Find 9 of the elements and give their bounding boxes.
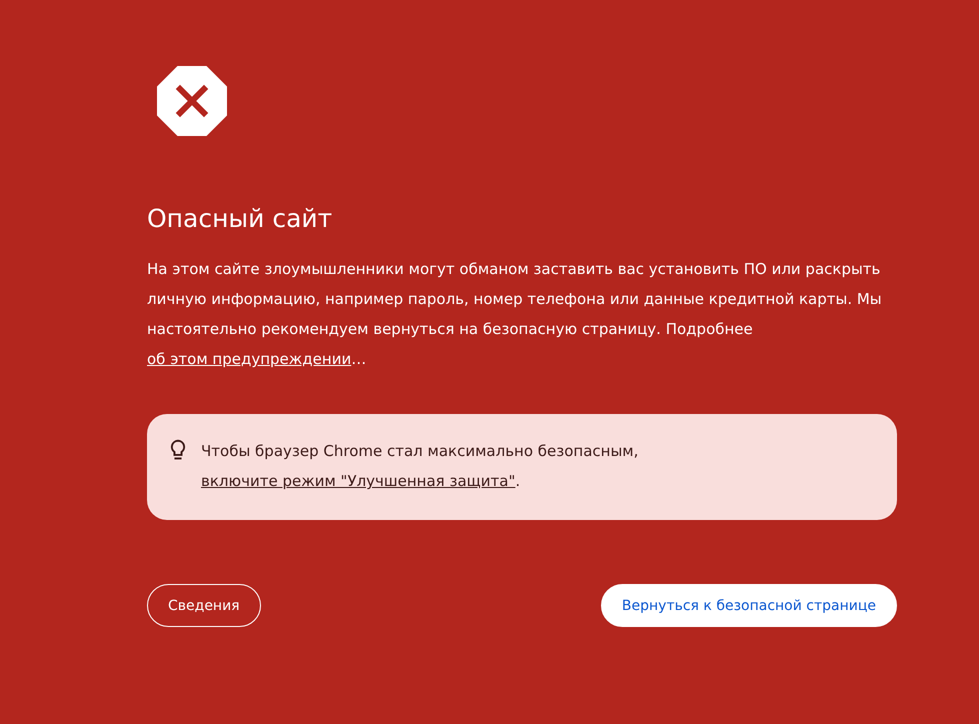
warning-message: На этом сайте злоумышленники могут обманом заставить вас установить ПО или раскрыть личную информацию, например пароль, номер телефона или данные кредитной карты. Мы настоятельно рекомендуем вернуться на безопасную страницу. Подробнее об этом предупреждении… xyxy=(147,259,883,370)
back-to-safety-button[interactable]: Вернуться к безопасной странице xyxy=(600,584,897,627)
tip-text: Чтобы браузер Chrome стал максимально безопасным, включите режим "Улучшенная защита". xyxy=(201,441,640,492)
lightbulb-icon xyxy=(169,439,187,462)
link[interactable]: включите режим "Улучшенная защита" xyxy=(201,472,516,490)
details-button[interactable]: Сведения xyxy=(147,584,261,627)
page-title: Опасный сайт xyxy=(147,204,334,234)
danger-icon xyxy=(157,66,227,136)
link[interactable]: об этом предупреждении xyxy=(147,350,352,368)
